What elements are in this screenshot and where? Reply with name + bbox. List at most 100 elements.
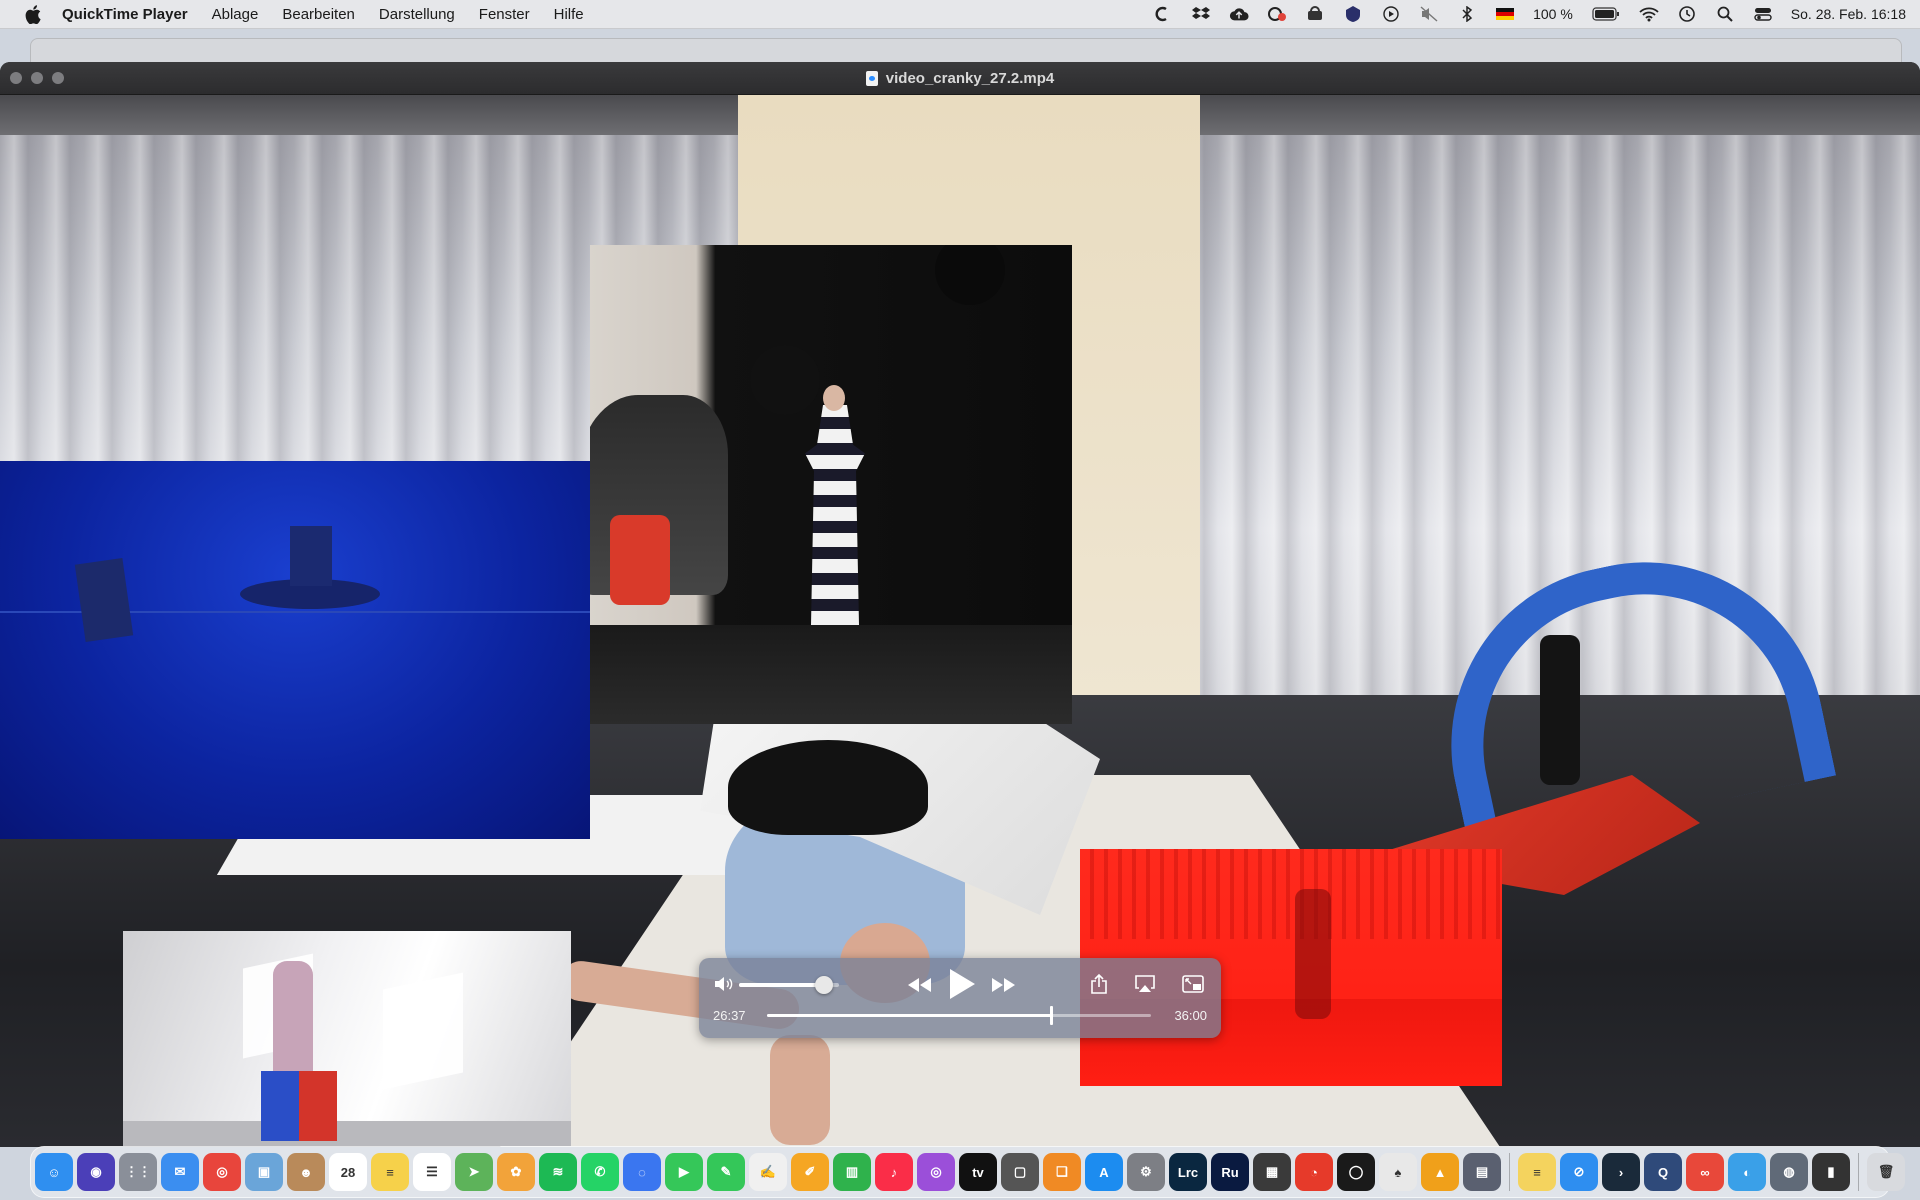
stage-clip-standing-woman: [805, 405, 865, 625]
dock-contacts-icon[interactable]: ☻: [287, 1153, 325, 1191]
window-titlebar[interactable]: video_cranky_27.2.mp4: [0, 62, 1920, 95]
dock-messages-icon[interactable]: ✎: [707, 1153, 745, 1191]
volume-slider[interactable]: [739, 976, 839, 994]
white-clip-blue-skirt: [261, 1071, 299, 1141]
dock-trash-icon[interactable]: 🗑: [1867, 1153, 1905, 1191]
window-controls: [10, 72, 64, 84]
dock-gyroflow-icon[interactable]: ◯: [1337, 1153, 1375, 1191]
dock-spotify-icon[interactable]: ≋: [539, 1153, 577, 1191]
dock-calendar-icon[interactable]: 28: [329, 1153, 367, 1191]
dock-keynote-icon[interactable]: ▲: [1421, 1153, 1459, 1191]
share-button[interactable]: [1087, 972, 1111, 996]
flag-de-icon[interactable]: [1495, 5, 1515, 23]
control-center-icon[interactable]: [1753, 5, 1773, 23]
dock-daisydisk-icon[interactable]: ◔: [1295, 1153, 1333, 1191]
dock-safari-icon[interactable]: ⊘: [1560, 1153, 1598, 1191]
menu-ablage[interactable]: Ablage: [212, 6, 259, 23]
menu-hilfe[interactable]: Hilfe: [554, 6, 584, 23]
battery-icon[interactable]: [1591, 5, 1621, 23]
time-machine-icon[interactable]: [1677, 5, 1697, 23]
apple-menu-icon[interactable]: [22, 4, 44, 24]
close-button[interactable]: [10, 72, 22, 84]
play-button[interactable]: [942, 966, 980, 1002]
dock-music-icon[interactable]: ♪: [875, 1153, 913, 1191]
dock-arc-icon[interactable]: ◐: [1728, 1153, 1766, 1191]
dock-maps-icon[interactable]: ➤: [455, 1153, 493, 1191]
battery-percentage: 100 %: [1533, 6, 1573, 22]
dock-notes-icon[interactable]: ≡: [371, 1153, 409, 1191]
dock-calculator-icon[interactable]: ▦: [1253, 1153, 1291, 1191]
volume-icon[interactable]: [713, 975, 735, 993]
creative-cloud-icon[interactable]: [1153, 5, 1173, 23]
dock-lightroom-classic-icon[interactable]: Lrc: [1169, 1153, 1207, 1191]
dock-video-window-icon[interactable]: ▮: [1812, 1153, 1850, 1191]
dock-finder-icon[interactable]: ☺: [35, 1153, 73, 1191]
dock-preview-icon[interactable]: ▣: [245, 1153, 283, 1191]
cloud-upload-icon[interactable]: [1229, 5, 1249, 23]
menu-fenster[interactable]: Fenster: [479, 6, 530, 23]
menu-bar: QuickTime Player Ablage Bearbeiten Darst…: [0, 0, 1920, 29]
mute-icon[interactable]: [1419, 5, 1439, 23]
dock-image-capture-icon[interactable]: ◍: [1770, 1153, 1808, 1191]
dock-separator: [1509, 1153, 1510, 1191]
scene-person-hand: [770, 1035, 830, 1145]
dock-signal-icon[interactable]: ◌: [623, 1153, 661, 1191]
white-clip-window-light: [383, 972, 463, 1090]
dock-archive-utility-icon[interactable]: ▤: [1463, 1153, 1501, 1191]
dock-textedit-icon[interactable]: ✍: [749, 1153, 787, 1191]
dock-chrome-icon[interactable]: ◎: [203, 1153, 241, 1191]
dock-launchpad-icon[interactable]: ⋮⋮: [119, 1153, 157, 1191]
minimize-button[interactable]: [31, 72, 43, 84]
dock-mail-icon[interactable]: ✉: [161, 1153, 199, 1191]
dock-books-icon[interactable]: ❑: [1043, 1153, 1081, 1191]
dock-app-store-icon[interactable]: A: [1085, 1153, 1123, 1191]
menubar-datetime[interactable]: So. 28. Feb. 16:18: [1791, 6, 1906, 22]
window-title-group: video_cranky_27.2.mp4: [865, 69, 1055, 87]
inset-white-room-clip: [123, 931, 571, 1146]
dock-pages-icon[interactable]: ✐: [791, 1153, 829, 1191]
dock-reminders-icon[interactable]: ☰: [413, 1153, 451, 1191]
dock-numbers-icon[interactable]: ▥: [833, 1153, 871, 1191]
video-frame[interactable]: 26:37 36:00: [0, 95, 1920, 1147]
dock-podcasts-icon[interactable]: ◎: [917, 1153, 955, 1191]
dock-screenshot-icon[interactable]: ▢: [1001, 1153, 1039, 1191]
dock-apple-tv-icon[interactable]: tv: [959, 1153, 997, 1191]
airplay-button[interactable]: [1133, 972, 1157, 996]
blue-clip-object: [290, 526, 332, 586]
dock-prompt-icon[interactable]: ›: [1602, 1153, 1640, 1191]
dock-photos-icon[interactable]: ✿: [497, 1153, 535, 1191]
timeline-scrubber[interactable]: [767, 1006, 1151, 1025]
dock-creative-cloud-icon[interactable]: ∞: [1686, 1153, 1724, 1191]
dock-quicktime-icon[interactable]: Q: [1644, 1153, 1682, 1191]
dock: ☺ ◉ ⋮⋮ ✉ ◎ ▣ ☻ 28 ≡ ☰ ➤ ✿ ≋ ✆ ◌ ▶ ✎ ✍ ✐ ▥ ♪ ◎ tv ▢ ❑ A ⚙ Lrc Ru ▦ ◔ ◯ ♠ ▲…: [30, 1146, 1905, 1198]
dock-facetime-icon[interactable]: ▶: [665, 1153, 703, 1191]
document-icon[interactable]: [865, 70, 878, 86]
menu-darstellung[interactable]: Darstellung: [379, 6, 455, 23]
bluetooth-icon[interactable]: [1457, 5, 1477, 23]
playback-controls: 26:37 36:00: [699, 958, 1221, 1038]
volume-slider-knob[interactable]: [815, 976, 833, 994]
picture-in-picture-button[interactable]: [1181, 972, 1205, 996]
dropbox-icon[interactable]: [1191, 5, 1211, 23]
dock-whatsapp-icon[interactable]: ✆: [581, 1153, 619, 1191]
timeline-playhead[interactable]: [1049, 1006, 1053, 1025]
search-icon[interactable]: [1715, 5, 1735, 23]
menu-app-name[interactable]: QuickTime Player: [62, 6, 188, 23]
vpn-icon[interactable]: [1305, 5, 1325, 23]
play-circle-icon[interactable]: [1381, 5, 1401, 23]
sync-icon[interactable]: [1267, 5, 1287, 23]
menu-bearbeiten[interactable]: Bearbeiten: [282, 6, 355, 23]
dock-siri-icon[interactable]: ◉: [77, 1153, 115, 1191]
stage-clip-disc: [935, 245, 1005, 305]
dock-poker-icon[interactable]: ♠: [1379, 1153, 1417, 1191]
dock-system-preferences-icon[interactable]: ⚙: [1127, 1153, 1165, 1191]
shield-icon[interactable]: [1343, 5, 1363, 23]
scene-person-legs: [728, 740, 928, 835]
dock-rush-icon[interactable]: Ru: [1211, 1153, 1249, 1191]
fast-forward-button[interactable]: [989, 974, 1019, 996]
window-title: video_cranky_27.2.mp4: [885, 69, 1055, 87]
rewind-button[interactable]: [904, 974, 934, 996]
zoom-button[interactable]: [52, 72, 64, 84]
dock-stickies-icon[interactable]: ≡: [1518, 1153, 1556, 1191]
wifi-icon[interactable]: [1639, 5, 1659, 23]
